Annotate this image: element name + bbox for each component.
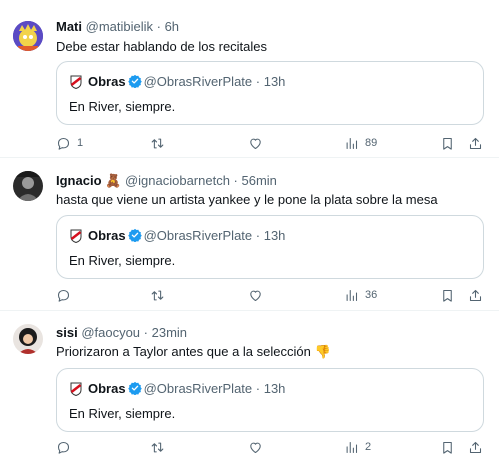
views-chart-icon [346,441,358,453]
timestamp[interactable]: 56min [242,173,277,188]
bookmark-icon [443,137,452,150]
heart-icon [250,138,261,149]
quoted-tweet[interactable]: Obras @ObrasRiverPlate · 13h En River, si… [56,61,484,125]
reply-icon [57,289,70,302]
display-name[interactable]: Ignacio [56,173,102,188]
reply-count: 1 [77,137,84,149]
retweet-icon [151,290,164,300]
like-button[interactable] [248,286,269,304]
bookmark-button[interactable] [440,286,455,304]
quote-handle: @ObrasRiverPlate [143,74,253,89]
quote-handle: @ObrasRiverPlate [143,381,253,396]
tweet-text: Debe estar hablando de los recitales [56,39,268,54]
verified-badge-icon [127,74,142,88]
quote-timestamp: 13h [263,228,286,243]
quote-header: Obras @ObrasRiverPlate · 13h [88,381,285,397]
separator: · [252,74,264,89]
retweet-icon [151,138,164,148]
quote-display-name: Obras [88,74,126,89]
tweet-text: Priorizaron a Taylor antes que a la sele… [56,344,331,359]
avatar-image [13,21,43,51]
like-button[interactable] [248,438,269,456]
timestamp[interactable]: 6h [165,19,179,34]
view-count: 89 [365,137,378,149]
verified-badge-icon [127,228,142,242]
avatar-image [13,324,43,354]
display-name[interactable]: Mati [56,19,82,34]
quote-text: En River, siempre. [69,406,176,421]
quote-handle: @ObrasRiverPlate [143,228,253,243]
tweet-text: hasta que viene un artista yankee y le p… [56,192,438,207]
quote-timestamp: 13h [263,74,286,89]
river-plate-logo-icon [70,75,82,89]
tweet-header: Ignacio 🧸 @ignaciobarnetch · 56min [56,173,277,189]
quoted-tweet[interactable]: Obras @ObrasRiverPlate · 13h En River, si… [56,215,484,279]
user-handle[interactable]: @matibielik [86,19,153,34]
separator: · [229,173,242,188]
timestamp[interactable]: 23min [152,325,187,340]
quote-timestamp: 13h [263,381,286,396]
views-chart-icon [346,137,358,149]
view-count: 2 [365,441,372,453]
views-button[interactable]: 89 [344,134,377,152]
quote-display-name: Obras [88,381,126,396]
bookmark-button[interactable] [440,438,455,456]
reply-button[interactable] [56,286,77,304]
user-handle[interactable]: @faocyou [81,325,140,340]
bookmark-button[interactable] [440,134,455,152]
reply-icon [57,441,70,454]
quote-header: Obras @ObrasRiverPlate · 13h [88,228,285,244]
share-button[interactable] [468,134,483,152]
reply-button[interactable] [56,438,77,456]
views-button[interactable]: 2 [344,438,371,456]
share-button[interactable] [468,286,483,304]
avatar[interactable] [13,21,43,51]
reply-button[interactable]: 1 [56,134,83,152]
tweet-header: sisi @faocyou · 23min [56,325,187,341]
bookmark-icon [443,289,452,302]
share-button[interactable] [468,438,483,456]
tweet-3[interactable]: sisi @faocyou · 23min Priorizaron a Tayl… [0,311,499,469]
heart-icon [250,442,261,453]
share-icon [469,441,482,453]
share-icon [469,137,482,149]
quote-header: Obras @ObrasRiverPlate · 13h [88,74,285,90]
like-button[interactable] [248,134,269,152]
reply-icon [57,137,70,150]
share-icon [469,289,482,301]
retweet-button[interactable] [150,438,171,456]
name-emoji: 🧸 [105,173,122,188]
separator: · [140,325,152,340]
separator: · [252,381,264,396]
views-chart-icon [346,289,358,301]
separator: · [252,228,264,243]
quoted-tweet[interactable]: Obras @ObrasRiverPlate · 13h En River, si… [56,368,484,432]
display-name[interactable]: sisi [56,325,78,340]
quote-text: En River, siempre. [69,99,176,114]
heart-icon [250,290,261,301]
tweet-1[interactable]: Mati @matibielik · 6h Debe estar habland… [0,0,499,158]
quote-text: En River, siempre. [69,253,176,268]
quote-display-name: Obras [88,228,126,243]
user-handle[interactable]: @ignaciobarnetch [125,173,230,188]
avatar[interactable] [13,324,43,354]
river-plate-logo-icon [70,382,82,396]
avatar[interactable] [13,171,43,201]
tweet-header: Mati @matibielik · 6h [56,19,179,35]
separator: · [153,19,165,34]
tweet-2[interactable]: Ignacio 🧸 @ignaciobarnetch · 56min hasta… [0,158,499,311]
retweet-icon [151,442,164,452]
retweet-button[interactable] [150,286,171,304]
verified-badge-icon [127,381,142,395]
bookmark-icon [443,441,452,454]
view-count: 36 [365,289,378,301]
river-plate-logo-icon [70,229,82,243]
retweet-button[interactable] [150,134,171,152]
views-button[interactable]: 36 [344,286,377,304]
avatar-image [13,171,43,201]
